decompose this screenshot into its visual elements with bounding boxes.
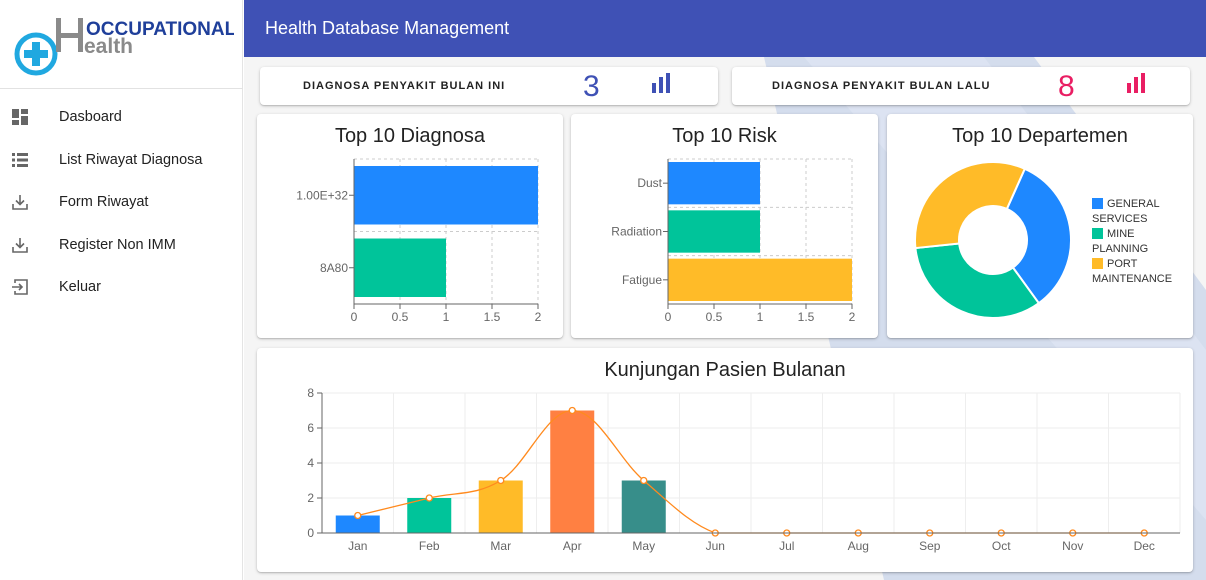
list-icon bbox=[12, 152, 28, 167]
x-tick-label: Feb bbox=[419, 539, 440, 553]
stat-card-this-month: DIAGNOSA PENYAKIT BULAN INI 3 bbox=[260, 67, 718, 105]
legend-label: GENERAL bbox=[1107, 198, 1160, 210]
y-tick-label: Dust bbox=[637, 176, 662, 190]
bar bbox=[668, 162, 760, 205]
y-tick-label: 0 bbox=[307, 526, 314, 540]
x-tick-label: Aug bbox=[848, 539, 869, 553]
x-tick-label: 1.5 bbox=[798, 310, 815, 324]
y-tick-label: 1.00E+32 bbox=[296, 188, 348, 202]
y-tick-label: 2 bbox=[307, 491, 314, 505]
kunjungan-chart-card: Kunjungan Pasien Bulanan Jan Feb Mar Apr May… bbox=[257, 348, 1193, 572]
y-tick-label: 8A80 bbox=[320, 261, 348, 275]
line-point bbox=[354, 511, 362, 520]
logo-divider bbox=[0, 88, 243, 89]
bar bbox=[354, 166, 538, 225]
legend-swatch bbox=[1092, 228, 1103, 239]
bar bbox=[668, 210, 760, 253]
bar bbox=[621, 480, 666, 533]
legend-label: PLANNING bbox=[1092, 243, 1148, 255]
sidebar-item-dasboard[interactable]: Dasboard bbox=[0, 96, 243, 139]
line-point bbox=[497, 476, 505, 485]
x-tick-label: Mar bbox=[490, 539, 511, 553]
x-tick-label: Oct bbox=[992, 539, 1011, 553]
bar bbox=[407, 498, 452, 533]
x-tick-label: 0.5 bbox=[706, 310, 723, 324]
sidebar-item-list-riwayat-diagnosa[interactable]: List Riwayat Diagnosa bbox=[0, 139, 243, 182]
x-tick-label: 1 bbox=[757, 310, 764, 324]
stat-card-last-month: DIAGNOSA PENYAKIT BULAN LALU 8 bbox=[732, 67, 1190, 105]
y-tick-label: Radiation bbox=[611, 225, 662, 239]
bar-chart-icon bbox=[1127, 73, 1145, 93]
bar bbox=[668, 258, 852, 301]
x-tick-label: Nov bbox=[1062, 539, 1083, 553]
x-tick-label: Jan bbox=[348, 539, 367, 553]
line-point bbox=[425, 494, 433, 502]
y-tick-label: 6 bbox=[307, 421, 314, 435]
sidebar-item-label: Dasboard bbox=[59, 109, 122, 126]
sidebar: OCCUPATIONAL ealth Dasboard List Riwayat… bbox=[0, 0, 243, 580]
sidebar-item-register-non-imm[interactable]: Register Non IMM bbox=[0, 224, 243, 267]
pie-slice bbox=[914, 242, 1041, 319]
x-tick-label: 2 bbox=[849, 310, 856, 324]
sidebar-item-label: Keluar bbox=[59, 279, 101, 296]
y-tick-label: Fatigue bbox=[622, 273, 662, 287]
sidebar-item-label: List Riwayat Diagnosa bbox=[59, 151, 203, 168]
legend-label: MAINTENANCE bbox=[1092, 273, 1172, 285]
x-tick-label: 2 bbox=[535, 310, 542, 324]
x-tick-label: 0 bbox=[665, 310, 672, 324]
sidebar-item-label: Form Riwayat bbox=[59, 194, 149, 211]
line-point bbox=[568, 406, 576, 415]
y-tick-label: 4 bbox=[307, 456, 314, 470]
download-icon bbox=[12, 195, 28, 210]
kunjungan-combo-chart: Jan Feb Mar Apr May Jun Jul Aug Sep Oct Nov Dec 0 2 4 6… bbox=[307, 386, 1181, 553]
sidebar-nav: Dasboard List Riwayat Diagnosa Form Riwa… bbox=[0, 96, 243, 309]
x-tick-label: 1.5 bbox=[484, 310, 501, 324]
x-tick-label: 0.5 bbox=[392, 310, 409, 324]
sidebar-item-form-riwayat[interactable]: Form Riwayat bbox=[0, 181, 243, 224]
departemen-donut-chart: GENERAL SERVICES MINE PLANNING PORT MAINTENAN… bbox=[914, 161, 1172, 319]
line-point bbox=[640, 476, 648, 485]
x-tick-label: May bbox=[632, 539, 655, 553]
x-tick-label: Jun bbox=[706, 539, 725, 553]
sidebar-item-keluar[interactable]: Keluar bbox=[0, 266, 243, 309]
risk-chart-card: Top 10 Risk Dust Radiation Fatigue 0 0.5 1 1.5… bbox=[571, 114, 878, 338]
bar bbox=[550, 410, 595, 533]
diagnosa-bar-chart: 1.00E+32 8A80 0 0.5 1 1.5 2 bbox=[296, 158, 542, 324]
legend-swatch bbox=[1092, 198, 1103, 209]
bar bbox=[354, 238, 446, 297]
x-tick-label: Sep bbox=[919, 539, 941, 553]
main-content: Health Database Management DIAGNOSA PENY… bbox=[244, 0, 1206, 580]
dashboard-icon bbox=[12, 109, 28, 125]
risk-bar-chart: Dust Radiation Fatigue 0 0.5 1 1.5 2 bbox=[611, 158, 856, 324]
legend-swatch bbox=[1092, 258, 1103, 269]
logo-line2: ealth bbox=[84, 35, 133, 58]
x-tick-label: 1 bbox=[443, 310, 450, 324]
departemen-chart-card: Top 10 Departemen GENERAL SERVICES MINE PLA… bbox=[887, 114, 1193, 338]
diagnosa-chart-card: Top 10 Diagnosa 1.00E+32 8A80 0 0.5 1 1.5 2 bbox=[257, 114, 563, 338]
logout-icon bbox=[12, 279, 28, 295]
page-title: Health Database Management bbox=[265, 18, 510, 38]
stat-value: 8 bbox=[1058, 70, 1075, 103]
legend-label: PORT bbox=[1107, 258, 1138, 270]
stat-label: DIAGNOSA PENYAKIT BULAN LALU bbox=[772, 80, 991, 92]
download-icon bbox=[12, 237, 28, 253]
pie-slice bbox=[914, 161, 1027, 250]
x-tick-label: Apr bbox=[563, 539, 582, 553]
legend-label: MINE bbox=[1107, 228, 1135, 240]
x-tick-label: Dec bbox=[1134, 539, 1155, 553]
bar-chart-icon bbox=[652, 73, 670, 93]
occupational-health-logo: OCCUPATIONAL ealth bbox=[14, 18, 234, 76]
stat-label: DIAGNOSA PENYAKIT BULAN INI bbox=[303, 80, 506, 92]
y-tick-label: 8 bbox=[307, 386, 314, 400]
stat-value: 3 bbox=[583, 70, 600, 103]
x-tick-label: Jul bbox=[779, 539, 794, 553]
sidebar-item-label: Register Non IMM bbox=[59, 236, 176, 253]
x-tick-label: 0 bbox=[351, 310, 358, 324]
legend-label: SERVICES bbox=[1092, 213, 1147, 225]
app-bar: Health Database Management bbox=[244, 0, 1206, 57]
